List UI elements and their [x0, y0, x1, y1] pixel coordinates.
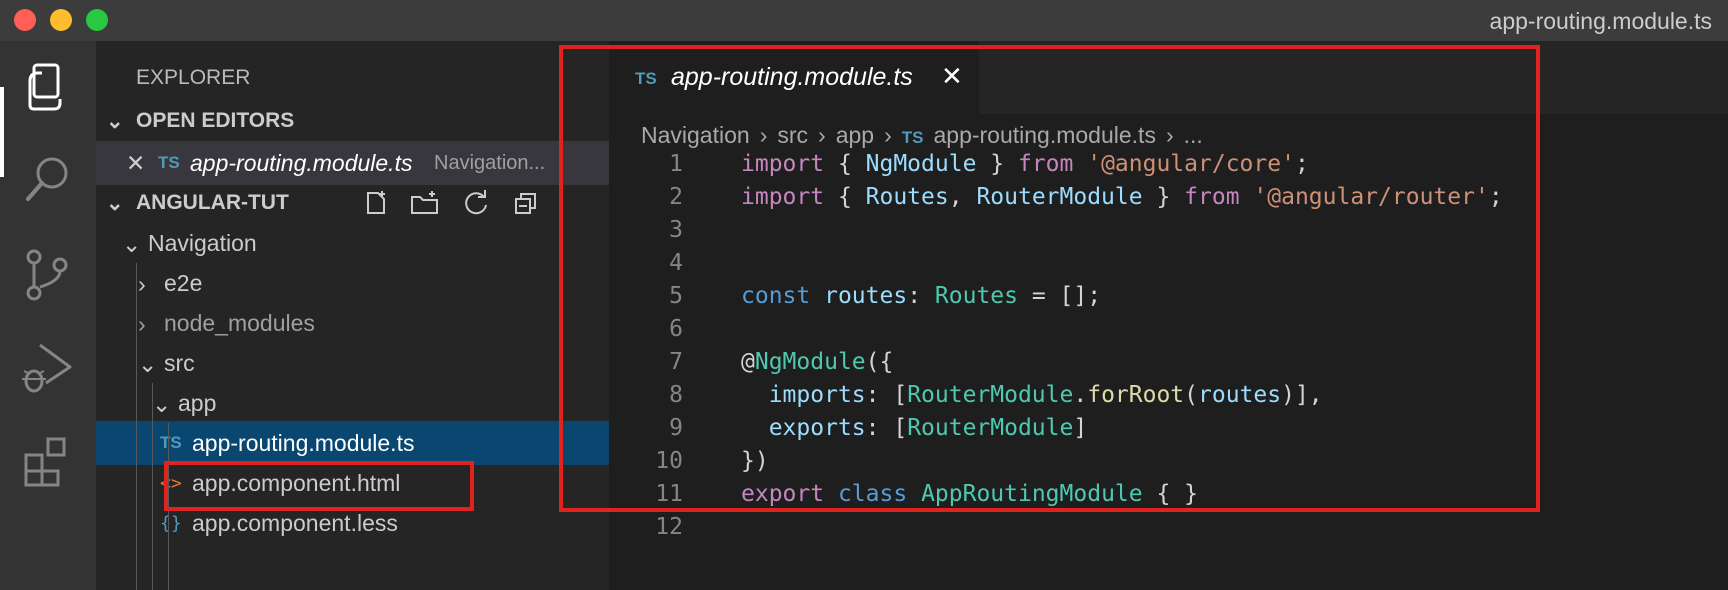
highlight-box: [559, 45, 1540, 512]
tree-folder-navigation[interactable]: ⌄ Navigation: [96, 221, 609, 265]
tree-item-label: app-routing.module.ts: [192, 430, 415, 456]
collapse-all-icon[interactable]: [512, 189, 540, 217]
activity-bar: [0, 41, 96, 590]
tree-item-label: src: [164, 350, 195, 376]
open-editor-filename: app-routing.module.ts: [190, 150, 413, 176]
chevron-right-icon: ›: [138, 311, 146, 337]
workspace-header[interactable]: ⌄ ANGULAR-TUT: [96, 183, 609, 223]
tree-folder-src[interactable]: ⌄ src: [96, 341, 609, 385]
tree-item-label: Navigation: [148, 230, 257, 256]
chevron-down-icon: ⌄: [152, 391, 172, 417]
chevron-down-icon: ⌄: [138, 351, 158, 377]
maximize-window-button[interactable]: [86, 9, 108, 31]
chevron-down-icon: ⌄: [106, 110, 124, 133]
open-editor-path: Navigation...: [434, 152, 546, 174]
tree-indent-guide: [152, 383, 153, 590]
tree-indent-guide: [136, 263, 137, 590]
tree-item-label: e2e: [164, 270, 203, 296]
chevron-down-icon: ⌄: [122, 231, 142, 257]
code-line[interactable]: 12: [609, 510, 1728, 543]
tree-file-app-routing-module[interactable]: TS app-routing.module.ts: [96, 421, 609, 465]
typescript-file-icon: TS: [160, 433, 182, 452]
close-icon[interactable]: ✕: [126, 150, 145, 177]
highlight-box: [164, 461, 474, 511]
new-folder-icon[interactable]: [410, 189, 440, 217]
tree-folder-app[interactable]: ⌄ app: [96, 381, 609, 425]
new-file-icon[interactable]: [362, 189, 390, 217]
explorer-sidebar: EXPLORER ⌄ OPEN EDITORS ✕ TS app-routing…: [96, 41, 609, 590]
tree-folder-node-modules[interactable]: › node_modules: [96, 301, 609, 345]
chevron-right-icon: ›: [138, 271, 146, 297]
line-number: 12: [655, 514, 683, 540]
open-editors-label: OPEN EDITORS: [136, 109, 295, 132]
editor-area: TS app-routing.module.ts ✕ Navigation › sr…: [559, 41, 1728, 590]
chevron-down-icon: ⌄: [106, 192, 124, 215]
extensions-icon[interactable]: [20, 433, 76, 489]
close-window-button[interactable]: [14, 9, 36, 31]
source-control-icon[interactable]: [20, 247, 76, 303]
open-editor-item[interactable]: ✕ TS app-routing.module.ts Navigation...: [96, 141, 609, 185]
tree-item-label: app: [178, 390, 217, 416]
open-editors-header[interactable]: ⌄ OPEN EDITORS: [96, 101, 609, 141]
window-title: app-routing.module.ts: [1489, 8, 1712, 34]
workspace-label: ANGULAR-TUT: [136, 191, 289, 214]
run-debug-icon[interactable]: [20, 339, 76, 395]
explorer-title: EXPLORER: [136, 66, 251, 89]
title-bar: app-routing.module.ts: [0, 0, 1728, 41]
less-file-icon: {}: [160, 513, 182, 534]
typescript-file-icon: TS: [158, 153, 180, 172]
tree-item-label: node_modules: [164, 310, 315, 336]
tree-item-label: app.component.less: [192, 510, 398, 536]
search-icon[interactable]: [20, 151, 76, 207]
active-indicator: [0, 87, 4, 177]
tree-folder-e2e[interactable]: › e2e: [96, 261, 609, 305]
refresh-icon[interactable]: [462, 189, 490, 217]
minimize-window-button[interactable]: [50, 9, 72, 31]
explorer-icon[interactable]: [20, 59, 76, 115]
